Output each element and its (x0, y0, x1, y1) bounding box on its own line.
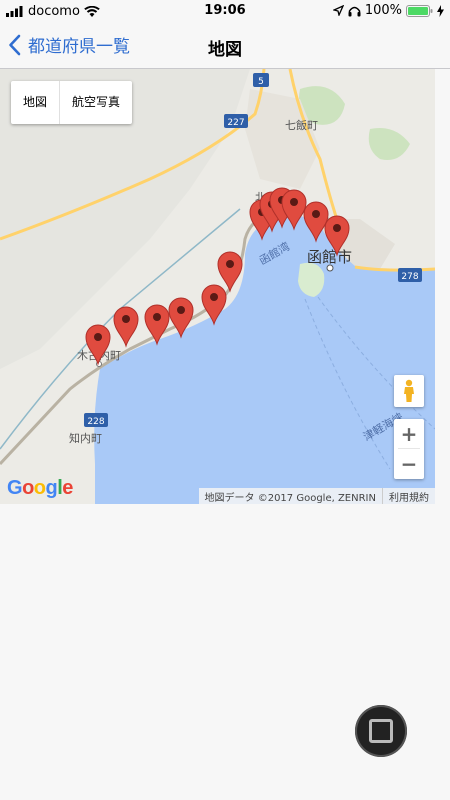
place-label-shiriuchi: 知内町 (69, 431, 102, 445)
navigation-bar: 都道府県一覧 地図 (0, 22, 450, 69)
zoom-out-button[interactable]: − (394, 449, 424, 478)
route-shield: 228 (84, 413, 108, 427)
battery-icon (406, 4, 433, 17)
map-type-map-button[interactable]: 地図 (11, 81, 59, 124)
map-type-satellite-button[interactable]: 航空写真 (60, 81, 132, 124)
zoom-in-button[interactable]: + (394, 419, 424, 448)
page-title: 地図 (208, 40, 242, 60)
route-shield: 278 (398, 268, 422, 282)
status-bar: docomo 19:06 100% (0, 0, 450, 22)
map-attribution: 地図データ ©2017 Google, ZENRIN 利用規約 (198, 488, 435, 504)
svg-text:227: 227 (227, 118, 244, 128)
svg-text:5: 5 (258, 77, 264, 87)
headphones-icon (348, 6, 361, 16)
map-view[interactable]: 5 227 278 228 七飯町 北斗市 函館市 木古内町 知内町 函館湾 津… (0, 69, 435, 504)
svg-text:278: 278 (401, 272, 418, 282)
square-icon (369, 719, 393, 743)
google-logo[interactable]: Google (7, 477, 73, 500)
zoom-control: + − (394, 419, 424, 479)
street-view-button[interactable] (394, 375, 424, 407)
attribution-text: 地図データ ©2017 Google, ZENRIN (204, 493, 376, 504)
pegman-icon (404, 379, 414, 402)
location-icon (332, 5, 344, 16)
place-label-nanae: 七飯町 (285, 118, 318, 132)
route-shield: 5 (253, 73, 269, 87)
charging-icon (437, 4, 444, 17)
terms-link[interactable]: 利用規約 (382, 488, 435, 504)
svg-text:228: 228 (87, 417, 104, 427)
city-dot (326, 264, 334, 272)
route-shield: 227 (224, 114, 248, 128)
map-type-control: 地図 航空写真 (11, 81, 133, 124)
map-canvas[interactable]: 5 227 278 228 七飯町 北斗市 函館市 木古内町 知内町 函館湾 津… (0, 69, 435, 504)
assistive-touch-button[interactable] (355, 705, 407, 757)
place-label-hakodate: 函館市 (307, 248, 352, 266)
battery-percent: 100% (364, 3, 402, 18)
